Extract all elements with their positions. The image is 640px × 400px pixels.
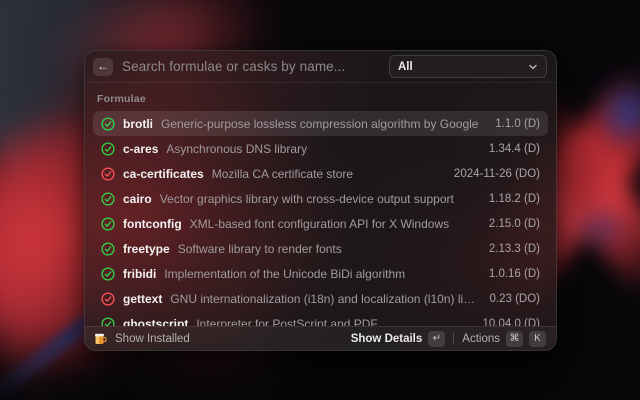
formula-row[interactable]: cairo Vector graphics library with cross… — [93, 186, 548, 211]
formula-description: Vector graphics library with cross-devic… — [160, 192, 481, 206]
status-check-icon — [101, 167, 115, 181]
footer-actions: Show Details ↵ Actions ⌘ K — [351, 331, 546, 347]
formula-name: c-ares — [123, 142, 158, 156]
formula-row[interactable]: fontconfig XML-based font configuration … — [93, 211, 548, 236]
formula-name: gettext — [123, 292, 162, 306]
formula-name: brotli — [123, 117, 153, 131]
formula-version: 10.04.0 (D) — [482, 318, 540, 327]
section-header: Formulae — [93, 83, 548, 111]
status-check-icon — [101, 317, 115, 327]
formula-description: Generic-purpose lossless compression alg… — [161, 117, 487, 131]
formula-description: XML-based font configuration API for X W… — [190, 217, 481, 231]
formula-row[interactable]: brotli Generic-purpose lossless compress… — [93, 111, 548, 136]
formula-name: fontconfig — [123, 217, 182, 231]
formula-version: 1.18.2 (D) — [489, 193, 540, 205]
status-check-icon — [101, 267, 115, 281]
formula-description: Software library to render fonts — [178, 242, 481, 256]
homebrew-search-window: ← Search formulae or casks by name... Al… — [84, 50, 557, 351]
results-list: Formulae brotli Generic-purpose lossless… — [85, 83, 556, 326]
formula-name: ghostscript — [123, 317, 188, 327]
formula-description: Interpreter for PostScript and PDF — [196, 317, 474, 327]
status-check-icon — [101, 217, 115, 231]
status-check-icon — [101, 142, 115, 156]
footer-divider — [453, 333, 454, 344]
formula-row[interactable]: fribidi Implementation of the Unicode Bi… — [93, 261, 548, 286]
formula-row[interactable]: ca-certificates Mozilla CA certificate s… — [93, 161, 548, 186]
formula-version: 1.34.4 (D) — [489, 143, 540, 155]
formula-rows: brotli Generic-purpose lossless compress… — [93, 111, 548, 326]
filter-dropdown-value: All — [398, 61, 413, 73]
homebrew-mug-icon — [93, 332, 107, 346]
formula-row[interactable]: gettext GNU internationalization (i18n) … — [93, 286, 548, 311]
formula-description: Asynchronous DNS library — [166, 142, 480, 156]
actions-label[interactable]: Actions — [462, 333, 500, 345]
arrow-left-icon: ← — [97, 58, 109, 75]
status-check-icon — [101, 117, 115, 131]
formula-name: fribidi — [123, 267, 156, 281]
status-check-icon — [101, 192, 115, 206]
search-input[interactable]: Search formulae or casks by name... — [122, 59, 380, 74]
cmd-key-badge[interactable]: ⌘ — [506, 331, 523, 347]
chevron-down-icon — [528, 62, 538, 72]
formula-version: 1.1.0 (D) — [495, 118, 540, 130]
formula-version: 2.13.3 (D) — [489, 243, 540, 255]
back-button[interactable]: ← — [93, 58, 113, 76]
formula-row[interactable]: freetype Software library to render font… — [93, 236, 548, 261]
search-bar: ← Search formulae or casks by name... Al… — [85, 51, 556, 83]
formula-version: 1.0.16 (D) — [489, 268, 540, 280]
formula-description: GNU internationalization (i18n) and loca… — [170, 292, 481, 306]
formula-description: Mozilla CA certificate store — [212, 167, 446, 181]
formula-name: cairo — [123, 192, 152, 206]
formula-description: Implementation of the Unicode BiDi algor… — [164, 267, 481, 281]
formula-version: 2024-11-26 (DO) — [454, 168, 540, 180]
status-check-icon — [101, 242, 115, 256]
formula-name: ca-certificates — [123, 167, 204, 181]
wallpaper-blue-shape-right-lower — [575, 205, 625, 251]
k-key-badge[interactable]: K — [529, 331, 546, 347]
formula-name: freetype — [123, 242, 170, 256]
show-installed-label: Show Installed — [115, 333, 190, 345]
footer-bar: Show Installed Show Details ↵ Actions ⌘ … — [85, 326, 556, 350]
status-check-icon — [101, 292, 115, 306]
show-installed-button[interactable]: Show Installed — [93, 332, 190, 346]
formula-row[interactable]: ghostscript Interpreter for PostScript a… — [93, 311, 548, 326]
formula-version: 2.15.0 (D) — [489, 218, 540, 230]
show-details-label[interactable]: Show Details — [351, 333, 423, 345]
formula-version: 0.23 (DO) — [490, 293, 541, 305]
filter-dropdown[interactable]: All — [389, 55, 547, 78]
enter-key-badge[interactable]: ↵ — [428, 331, 445, 347]
formula-row[interactable]: c-ares Asynchronous DNS library 1.34.4 (… — [93, 136, 548, 161]
